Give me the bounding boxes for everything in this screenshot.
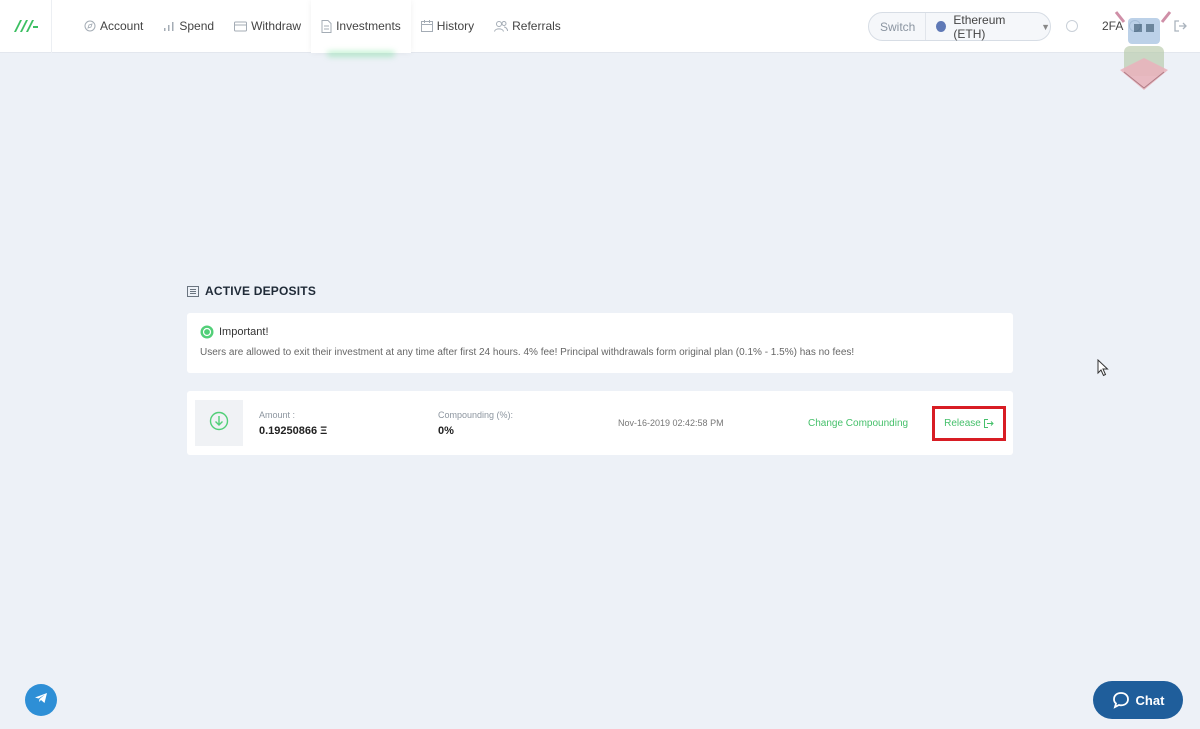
notice-heading-text: Important! [219,326,269,338]
watermark-mascot [1110,10,1178,100]
section-title: ACTIVE DEPOSITS [187,284,316,298]
ethereum-icon [936,21,947,32]
nav-spend[interactable]: Spend [153,0,224,53]
telegram-icon [34,691,48,709]
top-navbar: Account Spend Withdraw Investments Histo… [0,0,1200,53]
release-button[interactable]: Release [932,406,1006,441]
brand-logo[interactable] [0,0,52,53]
important-notice: Important! Users are allowed to exit the… [187,313,1013,373]
nav-spend-label: Spend [179,19,215,33]
change-compounding-link[interactable]: Change Compounding [808,418,908,429]
deposit-date: Nov-16-2019 02:42:58 PM [618,418,724,428]
nav-referrals-label: Referrals [512,19,561,33]
deposit-icon-box [195,400,243,446]
deposit-row: Amount : 0.19250866 Ξ Compounding (%): 0… [187,391,1013,455]
list-icon [187,285,199,297]
release-label: Release [944,418,981,429]
nav-history-label: History [436,19,475,33]
nav-investments[interactable]: Investments [311,0,411,53]
chevron-down-icon: ▼ [1041,21,1050,32]
nav-investments-label: Investments [336,19,401,33]
nav-referrals[interactable]: Referrals [484,0,571,53]
logo-mark-icon [13,20,38,32]
document-icon [321,19,332,33]
compounding-label: Compounding (%): [438,410,514,420]
mouse-cursor-icon [1097,358,1109,382]
nav-history[interactable]: History [411,0,484,53]
nav-account-label: Account [100,19,144,33]
calendar-icon [420,20,433,32]
currency-selected: Ethereum (ETH) [953,12,1006,41]
arrow-down-circle-icon [209,411,229,436]
section-title-text: ACTIVE DEPOSITS [205,284,317,298]
settings-icon[interactable] [1066,20,1078,32]
nav-withdraw-label: Withdraw [251,19,302,33]
currency-switcher[interactable]: Switch Ethereum (ETH) ▼ [868,12,1051,41]
info-badge-icon [200,325,214,339]
chat-bubble-icon [1112,691,1130,709]
telegram-button[interactable] [25,684,57,716]
amount-value: 0.19250866 Ξ [259,425,328,437]
notice-heading: Important! [200,325,1000,339]
wallet-icon [234,21,248,32]
chat-button[interactable]: Chat [1093,681,1183,719]
compass-icon [84,20,96,32]
users-icon [494,20,509,32]
currency-select[interactable]: Ethereum (ETH) ▼ [926,13,1050,41]
bar-chart-icon [163,20,175,32]
notice-text: Users are allowed to exit their investme… [200,347,855,358]
amount-label: Amount : [259,410,296,420]
main-nav: Account Spend Withdraw Investments Histo… [74,0,571,53]
switch-label: Switch [869,13,927,40]
compounding-value: 0% [438,425,454,437]
chat-label: Chat [1135,692,1165,708]
nav-account[interactable]: Account [74,0,153,53]
nav-withdraw[interactable]: Withdraw [224,0,311,53]
exit-icon [983,419,994,428]
